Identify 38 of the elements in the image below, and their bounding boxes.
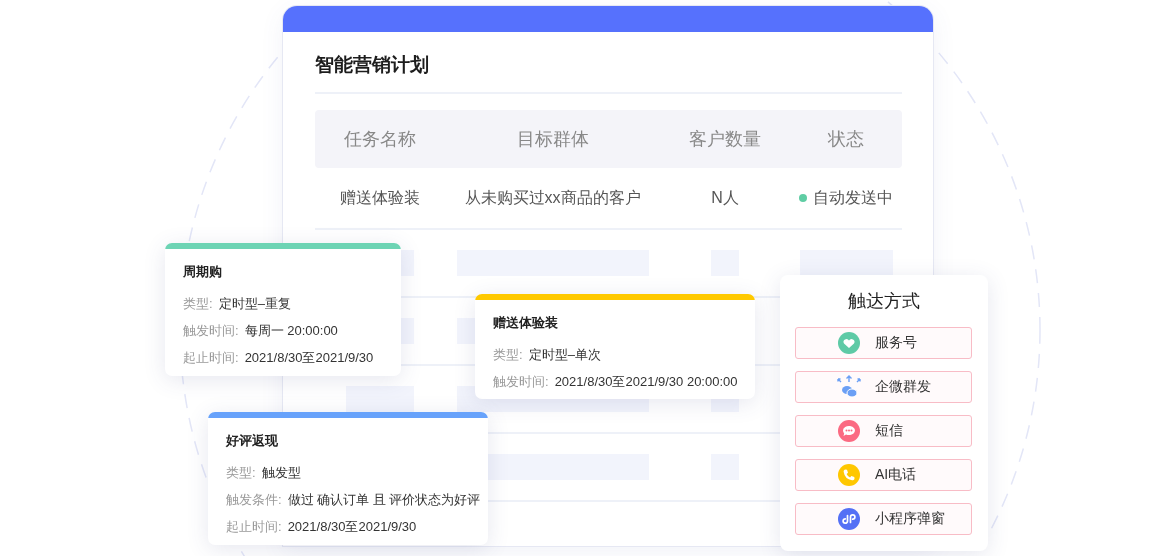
field-label: 触发时间: <box>183 323 239 338</box>
column-header: 任务名称 <box>343 128 417 151</box>
channel-button[interactable]: 短信 <box>795 415 972 447</box>
panel-title: 智能营销计划 <box>315 32 902 94</box>
table-cell-text: 赠送体验装 <box>339 187 421 208</box>
status-text: 自动发送中 <box>813 187 893 208</box>
field-label: 起止时间: <box>183 350 239 365</box>
field-value: 2021/8/30至2021/9/30 <box>287 519 417 534</box>
column-header: 客户数量 <box>688 128 762 151</box>
field-label: 起止时间: <box>226 519 282 534</box>
field-value: 定时型–单次 <box>528 347 601 362</box>
field-label: 触发条件: <box>226 492 282 507</box>
table-cell-text: 从未购买过xx商品的客户 <box>463 187 642 208</box>
field-label: 类型: <box>183 296 213 311</box>
channel-button[interactable]: AI电话 <box>795 459 972 491</box>
card-title: 好评返现 <box>226 432 279 450</box>
phone-icon <box>838 464 860 486</box>
field-label: 类型: <box>493 347 523 362</box>
field-value: 每周一 20:00:00 <box>244 323 338 338</box>
channel-button[interactable]: 企微群发 <box>795 371 972 403</box>
message-icon <box>838 420 860 442</box>
channel-button[interactable]: 小程序弹窗 <box>795 503 972 535</box>
card-title: 周期购 <box>183 263 223 281</box>
column-header: 目标群体 <box>515 128 590 151</box>
field-value: 触发型 <box>261 465 301 480</box>
table-cell-text: N人 <box>710 187 740 208</box>
channel-button[interactable]: 服务号 <box>795 327 972 359</box>
field-value: 做过 确认订单 且 评价状态为好评 <box>287 492 481 507</box>
field-value: 定时型–重复 <box>218 296 291 311</box>
chat-bubbles-icon <box>836 375 862 399</box>
column-header: 状态 <box>827 128 865 151</box>
field-value: 2021/8/30至2021/9/30 20:00:00 <box>554 374 738 389</box>
panel-title: 触达方式 <box>846 290 921 313</box>
card-title: 赠送体验装 <box>493 314 559 332</box>
field-label: 触发时间: <box>493 374 549 389</box>
field-label: 类型: <box>226 465 256 480</box>
link-icon <box>838 508 860 530</box>
field-value: 2021/8/30至2021/9/30 <box>244 350 374 365</box>
